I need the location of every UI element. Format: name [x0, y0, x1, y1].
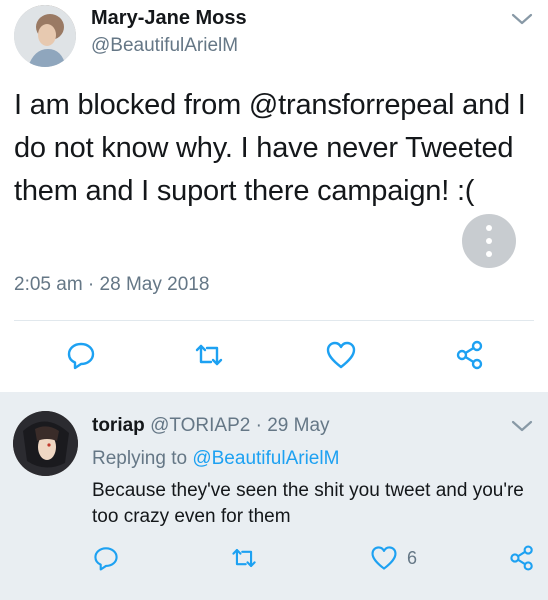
avatar[interactable]	[14, 5, 76, 67]
author-name[interactable]: Mary-Jane Moss	[91, 7, 247, 30]
reply-author-handle[interactable]: @TORIAP2	[150, 415, 250, 436]
separator: ·	[250, 415, 268, 436]
replying-to: Replying to @BeautifulArielM	[92, 448, 339, 470]
avatar[interactable]	[13, 411, 78, 476]
reply-author-name[interactable]: toriap	[92, 415, 145, 436]
like-count: 6	[407, 548, 418, 568]
retweet-icon[interactable]	[229, 543, 259, 573]
main-tweet: Mary-Jane Moss @BeautifulArielM I am blo…	[0, 0, 548, 392]
chevron-down-icon[interactable]	[508, 9, 536, 29]
chevron-down-icon[interactable]	[508, 416, 536, 436]
divider	[14, 320, 534, 321]
tweet-timestamp[interactable]: 2:05 am · 28 May 2018	[14, 274, 209, 296]
author-handle[interactable]: @BeautifulArielM	[91, 35, 238, 57]
reply-date[interactable]: 29 May	[267, 415, 329, 436]
share-icon[interactable]	[507, 543, 537, 573]
share-icon[interactable]	[453, 338, 487, 372]
tweet-text: I am blocked from @transforrepeal and I …	[14, 89, 526, 207]
like-icon[interactable]	[369, 543, 399, 573]
replying-to-label: Replying to	[92, 448, 193, 469]
reply-meta: toriap @TORIAP2 · 29 May	[92, 415, 330, 437]
reply-icon[interactable]	[64, 338, 98, 372]
retweet-icon[interactable]	[192, 338, 226, 372]
like-icon[interactable]	[324, 338, 358, 372]
more-options-button[interactable]	[462, 214, 516, 268]
reply-text: Because they've seen the shit you tweet …	[92, 480, 524, 527]
replying-to-link[interactable]: @BeautifulArielM	[192, 448, 339, 469]
reply-icon[interactable]	[91, 543, 121, 573]
